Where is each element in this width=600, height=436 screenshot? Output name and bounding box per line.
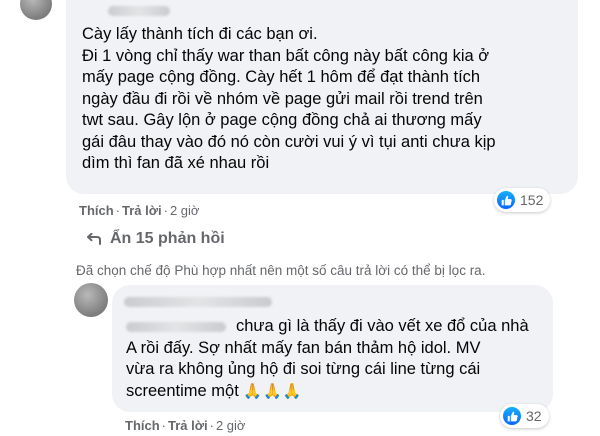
comment-line: mấy page cộng đồng. Cày hết 1 hôm để đạt… bbox=[82, 68, 481, 86]
author-name-blurred[interactable] bbox=[124, 297, 272, 307]
comment-line: ngày đầu đi rồi về nhóm về page gửi mail… bbox=[82, 89, 483, 108]
separator-dot: · bbox=[209, 418, 214, 433]
reaction-count-number: 152 bbox=[520, 192, 544, 208]
reply-button[interactable]: Trả lời bbox=[122, 203, 162, 218]
separator-dot: · bbox=[161, 418, 167, 433]
comment-line: twt sau. Gây lộn ở page cộng đồng chả ai… bbox=[82, 111, 482, 129]
filter-notice: Đã chọn chế độ Phù hợp nhất nên một số c… bbox=[76, 263, 486, 278]
comment-actions: Thích · Trả lời · 2 giờ bbox=[125, 418, 245, 433]
like-button[interactable]: Thích bbox=[125, 418, 160, 433]
reply-button[interactable]: Trả lời bbox=[168, 418, 208, 433]
comment-line-text: chưa gì là thấy đi vào vết xe đổ của nhà bbox=[236, 317, 529, 335]
separator-dot: · bbox=[115, 203, 121, 218]
comment-line: Cày lấy thành tích đi các bạn ơi. bbox=[82, 25, 318, 43]
comment-line: Đi 1 vòng chỉ thấy war than bất công này… bbox=[82, 46, 490, 65]
like-icon bbox=[503, 407, 521, 425]
reaction-count-number: 32 bbox=[526, 408, 542, 424]
mention-blurred[interactable] bbox=[126, 321, 226, 332]
comment-line: screentime một 🙏🙏🙏 bbox=[126, 381, 546, 403]
like-icon bbox=[497, 191, 515, 209]
hide-replies-toggle[interactable]: Ẩn 15 phản hồi bbox=[85, 230, 225, 248]
comment-text: Cày lấy thành tích đi các bạn ơi. Đi 1 v… bbox=[82, 24, 574, 175]
comment-line: A rồi đấy. Sợ nhất mấy fan bán thảm hộ i… bbox=[126, 338, 481, 357]
like-button[interactable]: Thích bbox=[79, 203, 114, 218]
comment-line: dìm thì fan đã xé nhau rồi bbox=[82, 154, 270, 172]
avatar[interactable] bbox=[74, 283, 108, 317]
hide-replies-label: Ẩn 15 phản hồi bbox=[110, 230, 225, 247]
reply-arrow-icon bbox=[85, 233, 101, 245]
comment-line-text: screentime một bbox=[126, 381, 239, 400]
timestamp[interactable]: 2 giờ bbox=[170, 203, 200, 218]
avatar[interactable] bbox=[20, 0, 52, 20]
reaction-count[interactable]: 32 bbox=[500, 404, 549, 428]
timestamp[interactable]: 2 giờ bbox=[216, 418, 246, 433]
comment-line: gái đâu thay vào đó nó còn cười vui ý vì… bbox=[82, 132, 496, 151]
separator-dot: · bbox=[163, 203, 168, 218]
comment-text: chưa gì là thấy đi vào vết xe đổ của nhà… bbox=[126, 316, 546, 402]
reaction-count[interactable]: 152 bbox=[494, 188, 551, 212]
folded-hands-emoji: 🙏🙏🙏 bbox=[243, 382, 303, 400]
comment-line: chưa gì là thấy đi vào vết xe đổ của nhà bbox=[126, 316, 546, 338]
author-name-blurred[interactable] bbox=[108, 6, 170, 16]
comment-bubble: chưa gì là thấy đi vào vết xe đổ của nhà… bbox=[112, 285, 553, 412]
comment-line: vừa ra không ủng hộ đi soi từng cái line… bbox=[126, 360, 481, 378]
comment-actions: Thích · Trả lời · 2 giờ bbox=[79, 203, 199, 218]
comment-bubble: Cày lấy thành tích đi các bạn ơi. Đi 1 v… bbox=[66, 0, 578, 194]
